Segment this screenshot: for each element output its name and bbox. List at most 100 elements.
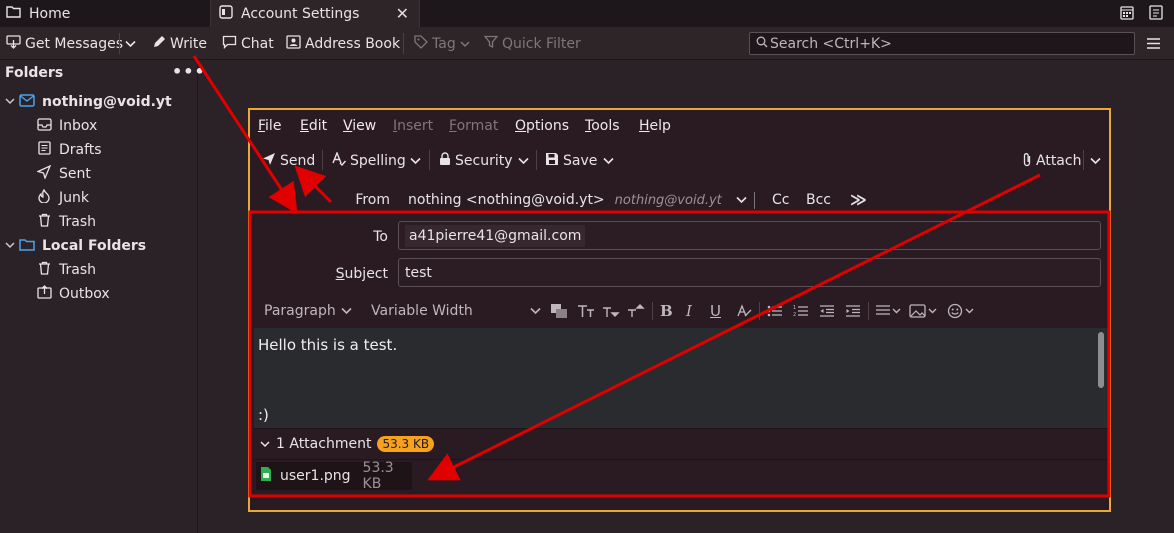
menu-format[interactable]: Format xyxy=(449,118,498,134)
more-recipients-icon[interactable]: ≫ xyxy=(850,190,867,209)
attachment-bar[interactable]: 1 Attachment 53.3 KB xyxy=(254,428,1108,460)
menu-file[interactable]: File xyxy=(258,118,281,134)
attachment-item[interactable]: user1.png 53.3 KB xyxy=(256,460,412,492)
indent-icon[interactable] xyxy=(845,296,861,326)
save-button[interactable]: Save xyxy=(545,150,597,172)
trash-label: Trash xyxy=(59,214,96,230)
subject-field[interactable]: test xyxy=(398,258,1101,287)
spellcheck-icon xyxy=(332,151,347,170)
local-folders-label: Local Folders xyxy=(42,238,147,254)
pencil-icon xyxy=(152,35,166,53)
to-field[interactable]: a41pierre41@gmail.com xyxy=(398,221,1101,250)
expand-chevron-icon[interactable] xyxy=(5,97,17,108)
chevron-down-icon[interactable] xyxy=(260,436,270,452)
from-address: nothing <nothing@void.yt> xyxy=(408,192,605,208)
mail-account-icon xyxy=(17,93,37,111)
write-button[interactable]: Write xyxy=(152,27,207,60)
tag-button[interactable]: Tag xyxy=(414,27,470,60)
app-menu-icon[interactable] xyxy=(1146,27,1161,60)
menu-tools[interactable]: Tools xyxy=(585,118,620,134)
folder-junk[interactable]: Junk xyxy=(34,186,89,210)
search-input[interactable]: Search <Ctrl+K> xyxy=(749,32,1135,55)
font-size-smaller-icon[interactable] xyxy=(577,296,595,326)
font-size-reset-icon[interactable] xyxy=(627,296,645,326)
cc-button[interactable]: Cc xyxy=(772,192,789,208)
font-select[interactable]: Variable Width xyxy=(371,296,541,326)
chat-button[interactable]: Chat xyxy=(222,27,274,60)
security-button[interactable]: Security xyxy=(439,150,513,172)
folder-inbox[interactable]: Inbox xyxy=(34,114,97,138)
save-disk-icon xyxy=(545,152,559,170)
message-body[interactable]: Hello this is a test. :) xyxy=(254,328,1108,428)
address-book-icon xyxy=(286,34,301,53)
folder-sent[interactable]: Sent xyxy=(34,162,91,186)
close-tab-icon[interactable]: ✕ xyxy=(396,4,409,23)
drafts-icon xyxy=(34,141,54,159)
local-folder-icon xyxy=(17,238,37,255)
folder-local-folders[interactable]: Local Folders xyxy=(5,234,146,258)
save-dropdown-icon[interactable] xyxy=(603,150,614,172)
menu-insert[interactable]: Insert xyxy=(393,118,433,134)
svg-text:1: 1 xyxy=(793,305,796,311)
menu-view[interactable]: View xyxy=(343,118,376,134)
get-messages-button[interactable]: Get Messages xyxy=(6,27,123,60)
address-book-button[interactable]: Address Book xyxy=(286,27,400,60)
download-icon xyxy=(6,34,21,53)
bold-icon[interactable]: B xyxy=(660,296,673,326)
compose-window: File Edit View Insert Format Options Too… xyxy=(248,108,1111,512)
paragraph-select[interactable]: Paragraph xyxy=(264,296,352,326)
tasks-icon[interactable] xyxy=(1149,5,1163,24)
folder-trash[interactable]: Trash xyxy=(34,210,96,234)
menu-options[interactable]: Options xyxy=(515,118,569,134)
folder-outbox[interactable]: Outbox xyxy=(34,282,110,306)
italic-icon[interactable]: I xyxy=(686,296,692,326)
quick-filter-label: Quick Filter xyxy=(502,35,581,52)
align-select-icon[interactable] xyxy=(875,296,903,326)
tab-account-settings-label: Account Settings xyxy=(241,5,360,22)
from-select[interactable]: nothing <nothing@void.yt> nothing@void.y… xyxy=(408,188,747,212)
quick-filter-button[interactable]: Quick Filter xyxy=(483,27,581,60)
menu-help[interactable]: Help xyxy=(639,118,671,134)
attach-dropdown-icon[interactable] xyxy=(1090,150,1101,172)
address-book-label: Address Book xyxy=(305,35,401,52)
spelling-dropdown-icon[interactable] xyxy=(410,150,421,172)
inbox-label: Inbox xyxy=(59,118,98,134)
send-label: Send xyxy=(280,153,316,169)
outdent-icon[interactable] xyxy=(819,296,835,326)
security-dropdown-icon[interactable] xyxy=(518,150,529,172)
folder-options-icon[interactable]: ••• xyxy=(172,62,206,81)
numbered-list-icon[interactable]: 12 xyxy=(793,296,809,326)
menu-edit[interactable]: Edit xyxy=(300,118,327,134)
attachment-size-badge: 53.3 KB xyxy=(377,436,435,452)
junk-flame-icon xyxy=(34,188,54,207)
tag-label: Tag xyxy=(432,35,456,52)
font-size-larger-icon[interactable] xyxy=(602,296,620,326)
bcc-button[interactable]: Bcc xyxy=(806,192,831,208)
send-button[interactable]: Send xyxy=(262,150,315,172)
underline-icon[interactable]: U xyxy=(710,296,721,326)
body-scrollbar[interactable] xyxy=(1098,332,1104,388)
tab-account-settings[interactable]: Account Settings ✕ xyxy=(210,0,420,27)
folder-account[interactable]: nothing@void.yt xyxy=(5,90,172,114)
spelling-button[interactable]: Spelling xyxy=(332,150,406,172)
insert-image-icon[interactable] xyxy=(909,296,939,326)
text-color-icon[interactable] xyxy=(550,296,568,326)
attach-button[interactable]: Attach xyxy=(1022,150,1081,172)
chevron-down-icon xyxy=(341,303,352,319)
recipient-pill[interactable]: a41pierre41@gmail.com xyxy=(405,224,586,247)
attachment-count: 1 Attachment xyxy=(276,436,372,452)
folder-local-trash[interactable]: Trash xyxy=(34,258,96,282)
account-name: nothing@void.yt xyxy=(42,94,172,110)
lock-icon xyxy=(439,152,451,170)
folder-icon xyxy=(6,5,21,22)
expand-chevron-icon[interactable] xyxy=(5,241,17,252)
bulleted-list-icon[interactable] xyxy=(767,296,783,326)
calendar-icon[interactable] xyxy=(1120,5,1134,24)
get-messages-dropdown-icon[interactable] xyxy=(125,27,136,60)
security-label: Security xyxy=(455,153,513,169)
folder-drafts[interactable]: Drafts xyxy=(34,138,102,162)
inbox-icon xyxy=(34,117,54,135)
clear-formatting-icon[interactable] xyxy=(736,296,752,326)
emoji-icon[interactable] xyxy=(947,296,977,326)
tab-home[interactable]: Home xyxy=(6,0,70,27)
